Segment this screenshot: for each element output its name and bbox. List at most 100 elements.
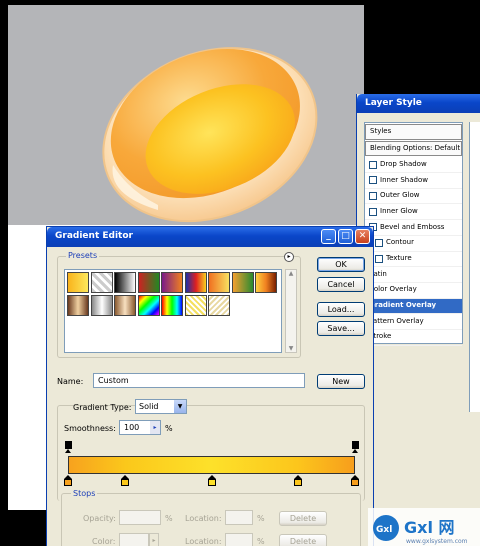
presets-scrollbar[interactable]: ▲ ▼ xyxy=(285,269,297,353)
layer-style-item-label: Pattern Overlay xyxy=(369,316,424,325)
gradient-preset-swatch[interactable] xyxy=(90,272,113,293)
gradient-preset-swatch[interactable] xyxy=(137,272,160,293)
gradient-preset-swatch[interactable] xyxy=(114,295,136,316)
ok-button[interactable]: OK xyxy=(317,257,365,272)
maximize-icon[interactable]: □ xyxy=(338,229,353,244)
opacity-delete-button[interactable]: Delete xyxy=(279,511,327,526)
color-label: Color: xyxy=(92,537,116,546)
gradient-preset-swatch[interactable] xyxy=(208,295,230,316)
color-stop[interactable] xyxy=(121,475,130,487)
checkbox[interactable] xyxy=(369,160,377,169)
close-icon[interactable]: ✕ xyxy=(355,229,370,244)
gradient-preset-swatch[interactable] xyxy=(137,295,160,316)
egg-artwork xyxy=(8,5,364,225)
layer-style-item[interactable]: Outer Glow xyxy=(365,189,462,205)
layer-style-item[interactable]: Satin xyxy=(365,267,462,283)
opacity-field[interactable] xyxy=(119,510,161,525)
layer-style-item[interactable]: Drop Shadow xyxy=(365,157,462,174)
layer-style-item-label: Styles xyxy=(370,127,392,135)
opacity-location-label: Location: xyxy=(185,514,222,523)
presets-swatch-area[interactable] xyxy=(64,269,282,353)
gradient-editor-dialog: Gradient Editor _ □ ✕ Presets ▸ ▲ ▼ OK C… xyxy=(46,226,374,546)
layer-style-item[interactable]: Bevel and Emboss xyxy=(365,220,462,236)
gradient-preset-swatch[interactable] xyxy=(184,272,207,293)
watermark: Gxl Gxl 网 www.gxlsystem.com xyxy=(368,508,480,546)
gradient-preset-swatch[interactable] xyxy=(67,272,89,293)
minimize-icon[interactable]: _ xyxy=(321,229,336,244)
smoothness-percent: % xyxy=(165,424,173,433)
color-location-label: Location: xyxy=(185,537,222,546)
layer-style-item[interactable]: Pattern Overlay xyxy=(365,314,462,330)
gradient-type-select[interactable]: Solid ▼ xyxy=(135,399,187,414)
opacity-percent: % xyxy=(165,514,173,523)
opacity-stop[interactable] xyxy=(351,441,359,453)
gradient-preset-swatch[interactable] xyxy=(114,272,136,293)
layer-style-item[interactable]: Inner Glow xyxy=(365,204,462,221)
checkbox[interactable] xyxy=(369,176,377,185)
gradient-preset-swatch[interactable] xyxy=(161,272,183,293)
presets-group: Presets ▸ ▲ ▼ xyxy=(57,251,301,358)
gradient-preset-swatch[interactable] xyxy=(255,272,277,293)
checkbox[interactable] xyxy=(369,207,377,216)
gradient-preset-swatch[interactable] xyxy=(231,272,254,293)
layer-style-item-label: Inner Shadow xyxy=(380,175,428,184)
layer-style-item[interactable]: Texture xyxy=(365,252,462,268)
layer-style-item-label: Color Overlay xyxy=(369,285,417,294)
new-button[interactable]: New xyxy=(317,374,365,389)
smoothness-value: 100 xyxy=(124,423,140,432)
layer-style-dialog: Layer Style Styles Blending Options: Defa… xyxy=(356,94,480,546)
chevron-down-icon[interactable]: ▼ xyxy=(174,400,186,413)
checkbox[interactable] xyxy=(369,192,377,201)
layer-style-title: Layer Style xyxy=(357,94,480,113)
load-button[interactable]: Load... xyxy=(317,302,365,317)
gradient-preview-bar[interactable] xyxy=(68,456,355,474)
layer-style-item[interactable]: Styles xyxy=(365,124,462,140)
watermark-logo: Gxl Gxl 网 www.gxlsystem.com xyxy=(373,515,468,545)
gradient-type-label: Gradient Type: xyxy=(73,403,132,412)
opacity-label: Opacity: xyxy=(83,514,116,523)
opacity-location-field[interactable] xyxy=(225,510,253,525)
color-stop[interactable] xyxy=(64,475,72,487)
presets-label: Presets xyxy=(66,251,100,260)
color-delete-button[interactable]: Delete xyxy=(279,534,327,546)
layer-style-item[interactable]: Inner Shadow xyxy=(365,173,462,189)
gradient-type-value: Solid xyxy=(139,402,159,411)
color-menu-icon[interactable]: ▸ xyxy=(149,533,159,546)
name-label: Name: xyxy=(57,377,84,386)
save-button[interactable]: Save... xyxy=(317,321,365,336)
name-field[interactable]: Custom xyxy=(93,373,305,388)
opacity-stop[interactable] xyxy=(64,441,72,453)
smoothness-field[interactable]: 100 ▸ xyxy=(119,420,161,435)
layer-style-item[interactable]: Blending Options: Default xyxy=(365,140,462,157)
layer-style-item-label: Contour xyxy=(386,238,414,247)
layer-style-item-label: Texture xyxy=(386,254,412,262)
stops-label: Stops xyxy=(71,489,98,498)
color-location-field[interactable] xyxy=(225,533,253,546)
presets-menu-icon[interactable]: ▸ xyxy=(284,252,294,262)
color-stop[interactable] xyxy=(293,475,302,487)
checkbox[interactable] xyxy=(375,239,383,248)
gradient-preset-swatch[interactable] xyxy=(184,295,207,316)
layer-style-item[interactable]: Stroke xyxy=(365,330,462,346)
smoothness-label: Smoothness: xyxy=(64,424,116,433)
gradient-preset-swatch[interactable] xyxy=(208,272,230,293)
layer-style-item[interactable]: Contour xyxy=(365,236,462,252)
gradient-preset-swatch[interactable] xyxy=(161,295,183,316)
layer-style-item-label: Blending Options: Default xyxy=(370,143,461,152)
gradient-preset-swatch[interactable] xyxy=(90,295,113,316)
layer-style-item-label: Drop Shadow xyxy=(380,159,427,168)
color-swatch-field[interactable] xyxy=(119,533,149,546)
color-stop[interactable] xyxy=(351,475,359,487)
layer-style-item-label: Gradient Overlay xyxy=(369,301,437,310)
layer-style-item[interactable]: Color Overlay xyxy=(365,283,462,299)
gradient-editor-title: Gradient Editor xyxy=(55,231,133,241)
gradient-preset-swatch[interactable] xyxy=(67,295,89,316)
color-stop[interactable] xyxy=(207,475,216,487)
cancel-button[interactable]: Cancel xyxy=(317,277,365,292)
color-location-percent: % xyxy=(257,537,265,546)
layer-style-item[interactable]: Gradient Overlay xyxy=(365,298,462,315)
smoothness-slider-arrow-icon[interactable]: ▸ xyxy=(150,421,160,434)
layer-style-item-label: Outer Glow xyxy=(380,191,420,200)
checkbox[interactable] xyxy=(375,254,383,263)
svg-text:www.gxlsystem.com: www.gxlsystem.com xyxy=(406,538,468,545)
